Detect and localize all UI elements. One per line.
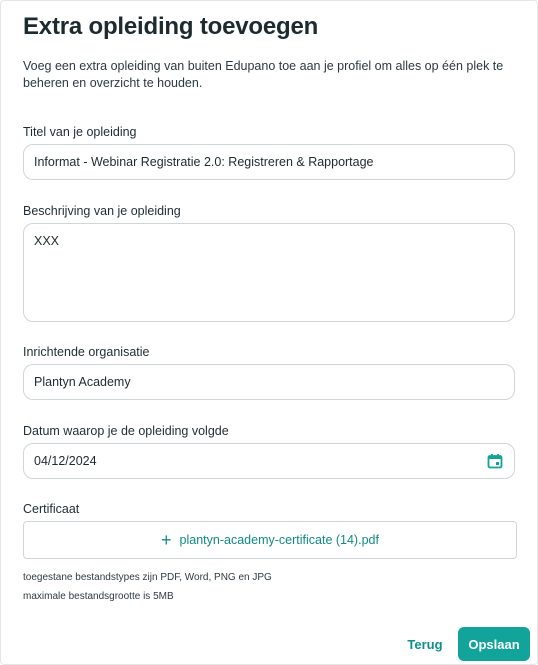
file-size-hint: maximale bestandsgrootte is 5MB: [23, 591, 174, 602]
description-textarea-value: XXX: [34, 234, 60, 248]
description-textarea[interactable]: XXX: [23, 223, 515, 322]
title-input-value: Informat - Webinar Registratie 2.0: Regi…: [34, 155, 374, 169]
date-input[interactable]: 04/12/2024: [23, 443, 515, 479]
certificate-upload-button[interactable]: + plantyn-academy-certificate (14).pdf: [23, 521, 517, 559]
date-input-value: 04/12/2024: [34, 454, 97, 468]
modal-intro: Voeg een extra opleiding van buiten Edup…: [23, 59, 504, 90]
modal-title: Extra opleiding toevoegen: [23, 13, 319, 40]
back-button[interactable]: Terug: [401, 629, 449, 659]
date-field-label: Datum waarop je de opleiding volgde: [23, 424, 229, 438]
file-types-hint: toegestane bestandstypes zijn PDF, Word,…: [23, 572, 272, 583]
save-button[interactable]: Opslaan: [458, 627, 530, 661]
plus-icon: +: [161, 530, 172, 550]
organisation-input-value: Plantyn Academy: [34, 375, 131, 389]
title-field-label: Titel van je opleiding: [23, 125, 137, 139]
certificate-field-label: Certificaat: [23, 502, 80, 516]
title-input[interactable]: Informat - Webinar Registratie 2.0: Regi…: [23, 144, 515, 180]
description-field-label: Beschrijving van je opleiding: [23, 204, 181, 218]
add-training-modal: Extra opleiding toevoegen Voeg een extra…: [0, 0, 538, 665]
calendar-icon[interactable]: [487, 453, 503, 469]
organisation-input[interactable]: Plantyn Academy: [23, 364, 515, 400]
organisation-field-label: Inrichtende organisatie: [23, 345, 150, 359]
certificate-file-name: plantyn-academy-certificate (14).pdf: [179, 533, 379, 547]
